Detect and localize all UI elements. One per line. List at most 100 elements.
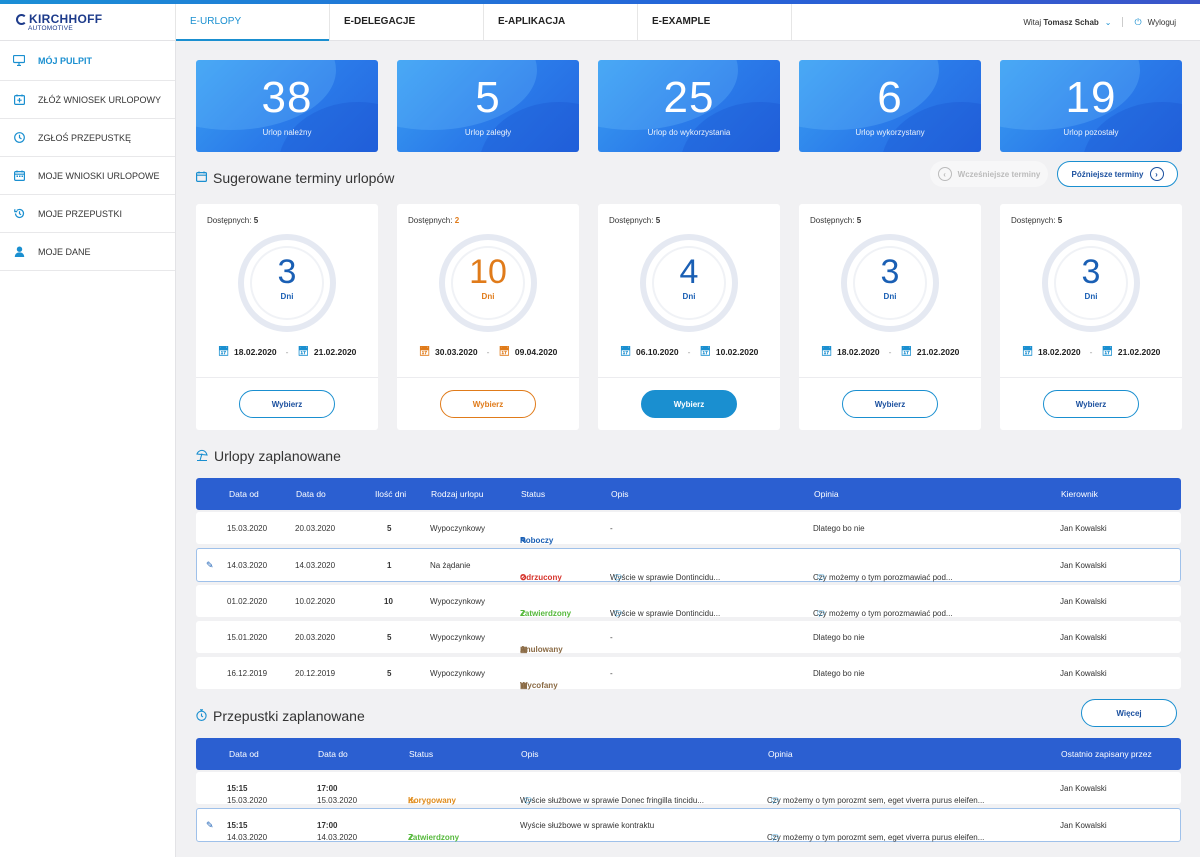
logout-link[interactable]: Wyloguj [1148, 18, 1176, 27]
calendar-icon: 📅︎ [217, 346, 230, 356]
stat-label: Urlop należny [262, 128, 312, 137]
table-row[interactable]: ✎ 14.03.2020 14.03.2020 1 Na żądanie ⊘ O… [196, 548, 1181, 582]
stat-value: 25 [663, 73, 715, 122]
calendar-icon: 📅︎ [1021, 346, 1034, 356]
passes-section-title: Przepustki zaplanowane [196, 708, 365, 724]
select-button[interactable]: Wybierz [842, 390, 938, 418]
card-divider [397, 377, 579, 378]
sidebar-item-label: MÓJ PULPIT [38, 55, 93, 66]
tab-e-example[interactable]: E-EXAMPLE [638, 4, 792, 40]
stat-value: 5 [475, 73, 501, 122]
stat-urlop-pozostaly: 19 Urlop pozostały [1000, 60, 1182, 152]
card-divider [799, 377, 981, 378]
calendar-plus-icon [13, 94, 25, 106]
user-icon [13, 246, 25, 258]
sidebar-item-label: MOJE DANE [38, 246, 91, 257]
calendar-icon: 📅︎ [619, 346, 632, 356]
available-count: Dostępnych: 5 [810, 216, 862, 225]
earlier-dates-button[interactable]: ‹ Wcześniejsze terminy [930, 161, 1048, 187]
stat-label: Urlop pozostały [1063, 128, 1119, 137]
tab-e-urlopy[interactable]: E-URLOPY [176, 4, 330, 41]
days-ring: 3 Dni [1042, 234, 1140, 332]
sidebar-item-label: ZGŁOŚ PRZEPUSTKĘ [38, 132, 132, 143]
module-tabs: E-URLOPY E-DELEGACJE E-APLIKACJA E-EXAMP… [176, 4, 792, 41]
calendar-icon: 📅︎ [297, 346, 309, 356]
brand-logo[interactable]: KIRCHHOFF AUTOMOTIVE [0, 4, 176, 40]
select-button[interactable]: Wybierz [239, 390, 335, 418]
date-range: 📅︎ 18.02.2020- 📅︎ 21.02.2020 [820, 346, 960, 357]
card-divider [1000, 377, 1182, 378]
more-button[interactable]: Więcej [1081, 699, 1177, 727]
comment-icon[interactable]: 💬︎ [613, 573, 623, 582]
table-row[interactable]: 15.03.2020 15:15 15.03.2020 17:00 ⚠︎ Kor… [196, 772, 1181, 805]
power-icon[interactable]: ⏻ [1134, 17, 1141, 28]
stopwatch-icon [196, 708, 207, 724]
chevron-down-icon[interactable]: ⌄ [1105, 18, 1112, 27]
user-menu[interactable]: Witaj Tomasz Schab [1023, 18, 1098, 27]
comment-icon[interactable]: 💬︎ [816, 609, 826, 618]
suggested-section-title: Sugerowane terminy urlopów [196, 170, 394, 186]
kirchhoff-logo-icon [16, 13, 27, 25]
comment-icon[interactable]: 💬︎ [770, 833, 780, 842]
sidebar-item-moje-dane[interactable]: MOJE DANE [0, 233, 175, 271]
available-count: Dostępnych: 5 [1011, 216, 1063, 225]
comment-icon[interactable]: 💬︎ [523, 796, 533, 805]
suggestion-card: Dostępnych: 2 10 Dni 📅︎ 30.03.2020- 📅︎ 09.04… [397, 204, 579, 430]
days-ring: 3 Dni [238, 234, 336, 332]
calendar-icon: 📅︎ [699, 346, 711, 356]
suggestion-card: Dostępnych: 5 3 Dni 📅︎ 18.02.2020- 📅︎ 21.02.… [1000, 204, 1182, 430]
planned-table-header: Data od Data do Ilość dni Rodzaj urlopu … [196, 478, 1181, 510]
table-row[interactable]: 15.03.2020 20.03.2020 5 Wypoczynkowy ✎ R… [196, 512, 1181, 545]
select-button[interactable]: Wybierz [1043, 390, 1139, 418]
clock-icon [13, 132, 25, 144]
date-range: 📅︎ 18.02.2020- 📅︎ 21.02.2020 [217, 346, 357, 357]
edit-pencil-icon[interactable]: ✎ [206, 560, 214, 571]
days-ring: 3 Dni [841, 234, 939, 332]
sidebar-item-label: MOJE WNIOSKI URLOPOWE [38, 170, 160, 181]
stat-label: Urlop zaległy [464, 128, 512, 137]
date-range: 📅︎ 06.10.2020- 📅︎ 10.02.2020 [619, 346, 759, 357]
table-row[interactable]: 01.02.2020 10.02.2020 10 Wypoczynkowy ✓ … [196, 585, 1181, 618]
comment-icon[interactable]: 💬︎ [816, 573, 826, 582]
date-range: 📅︎ 30.03.2020- 📅︎ 09.04.2020 [418, 346, 558, 357]
days-ring: 10 Dni [439, 234, 537, 332]
chevron-left-icon: ‹ [937, 167, 952, 181]
stat-label: Urlop wykorzystany [855, 128, 925, 137]
calendar-icon [196, 171, 208, 185]
calendar-icon: 📅︎ [1101, 346, 1113, 356]
calendar-icon: 📅︎ [900, 346, 912, 356]
card-divider [196, 377, 378, 378]
select-button[interactable]: Wybierz [641, 390, 737, 418]
history-icon [13, 208, 25, 220]
sidebar: MÓJ PULPIT ZŁÓŻ WNIOSEK URLOPOWY ZGŁOŚ P… [0, 41, 176, 857]
table-row[interactable]: 16.12.2019 20.12.2019 5 Wypoczynkowy ▦ W… [196, 657, 1181, 690]
card-divider [598, 377, 780, 378]
tab-e-aplikacja[interactable]: E-APLIKACJA [484, 4, 638, 40]
available-count: Dostępnych: 2 [408, 216, 460, 225]
calendar-icon: 📅︎ [820, 346, 833, 356]
top-header: KIRCHHOFF AUTOMOTIVE E-URLOPY E-DELEGACJ… [0, 4, 1200, 41]
calendar-icon: 📅︎ [498, 346, 510, 356]
calendar-icon: 📅︎ [418, 346, 431, 356]
later-dates-button[interactable]: Późniejsze terminy › [1057, 161, 1178, 187]
table-row[interactable]: 15.01.2020 20.03.2020 5 Wypoczynkowy ▦ A… [196, 621, 1181, 654]
table-row[interactable]: ✎ 14.03.2020 15:15 14.03.2020 17:00 ✓ Za… [196, 808, 1181, 842]
tab-e-delegacje[interactable]: E-DELEGACJE [330, 4, 484, 40]
stat-urlop-zalegly: 5 Urlop zaległy [397, 60, 579, 152]
stat-value: 6 [877, 73, 903, 122]
sidebar-item-moj-pulpit[interactable]: MÓJ PULPIT [0, 41, 175, 81]
select-button[interactable]: Wybierz [440, 390, 536, 418]
sidebar-item-moje-przepustki[interactable]: MOJE PRZEPUSTKI [0, 195, 175, 233]
sidebar-item-moje-wnioski[interactable]: MOJE WNIOSKI URLOPOWE [0, 157, 175, 195]
date-range: 📅︎ 18.02.2020- 📅︎ 21.02.2020 [1021, 346, 1161, 357]
comment-icon[interactable]: 💬︎ [613, 609, 623, 618]
comment-icon[interactable]: 💬︎ [770, 796, 780, 805]
sidebar-item-zglos-przepustke[interactable]: ZGŁOŚ PRZEPUSTKĘ [0, 119, 175, 157]
sidebar-item-zloz-wniosek[interactable]: ZŁÓŻ WNIOSEK URLOPOWY [0, 81, 175, 119]
user-area: Witaj Tomasz Schab ⌄ ⏻ Wyloguj [1023, 4, 1200, 40]
edit-pencil-icon[interactable]: ✎ [206, 820, 214, 831]
passes-table-header: Data od Data do Status Opis Opinia Ostat… [196, 738, 1181, 770]
sidebar-item-label: MOJE PRZEPUSTKI [38, 208, 123, 219]
planned-section-title: Urlopy zaplanowane [196, 448, 341, 464]
chevron-right-icon: › [1149, 167, 1164, 181]
